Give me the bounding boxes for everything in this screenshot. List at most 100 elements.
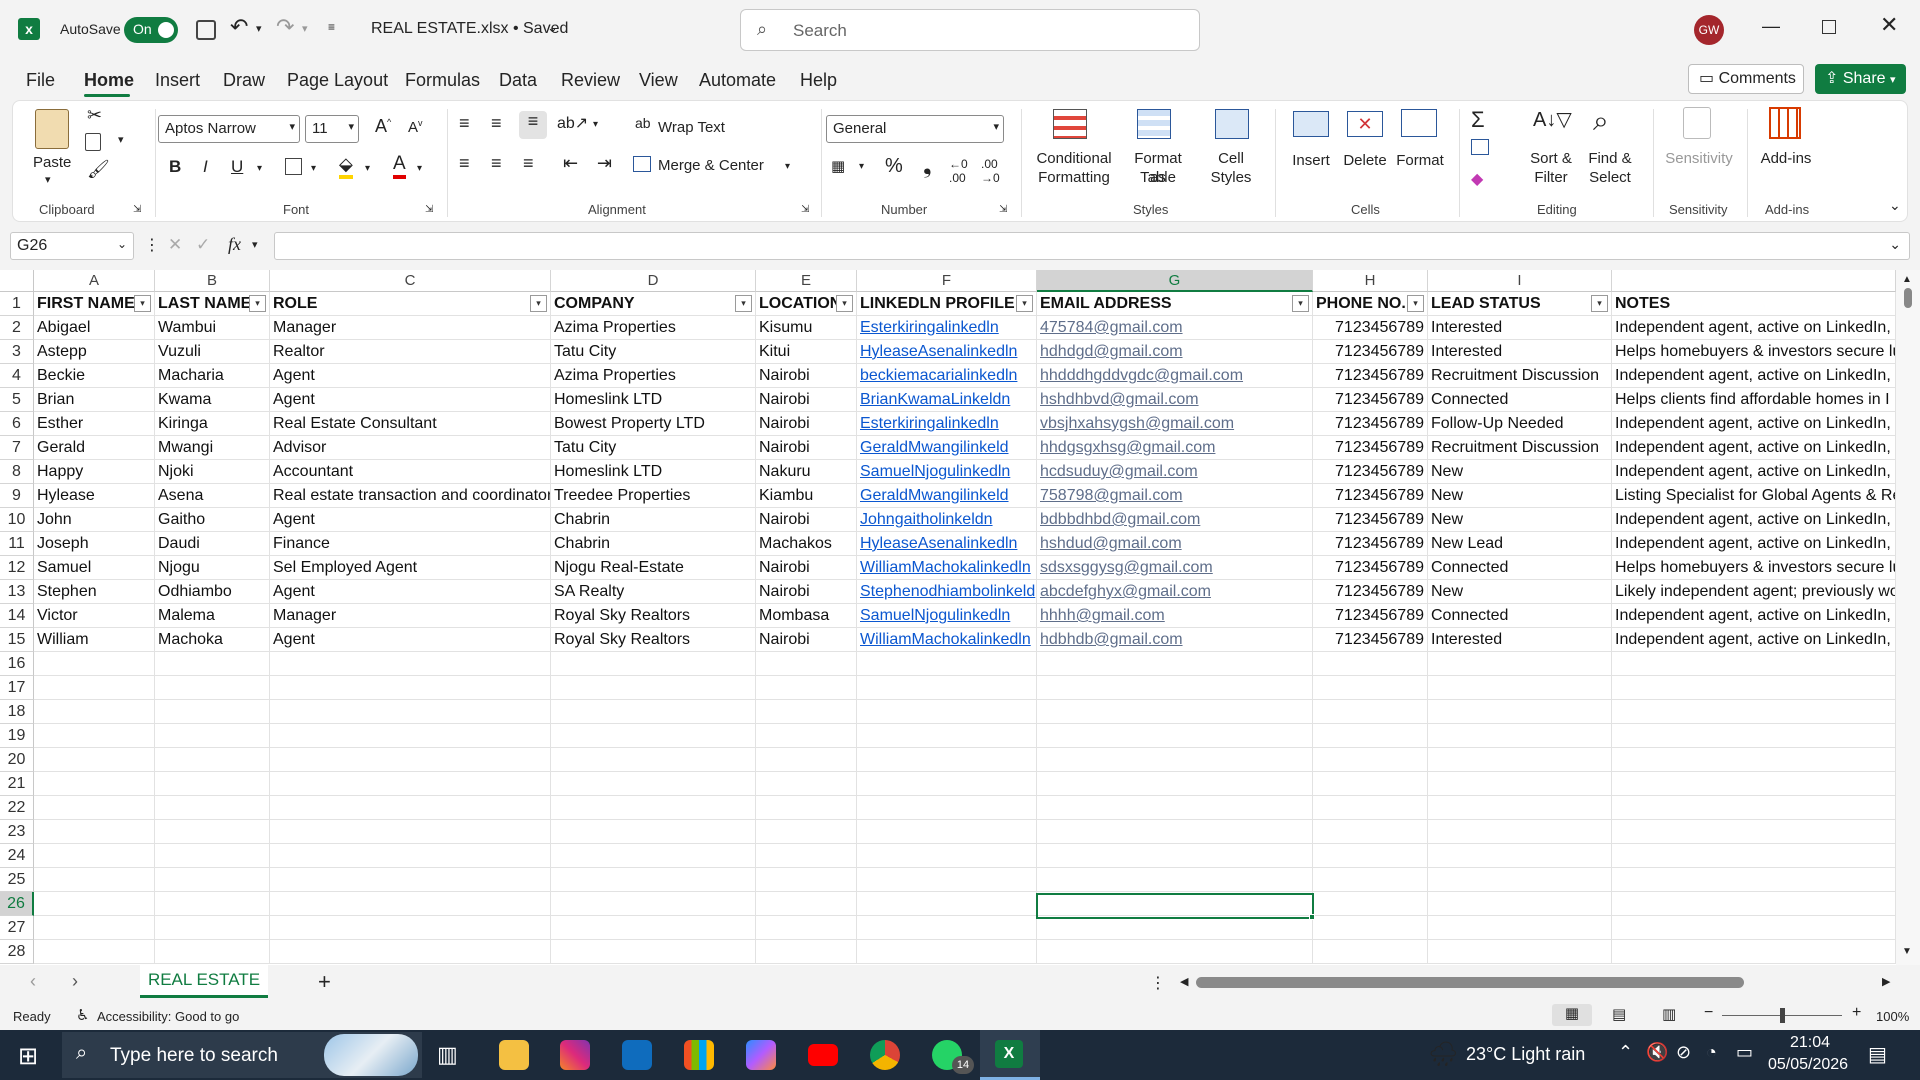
- cell-company[interactable]: Bowest Property LTD: [551, 412, 756, 436]
- file-explorer-icon[interactable]: [499, 1040, 529, 1070]
- cell-role[interactable]: Agent: [270, 364, 551, 388]
- cell-email-address[interactable]: hdbhdb@gmail.com: [1037, 628, 1313, 652]
- undo-dropdown-icon[interactable]: ▾: [256, 22, 262, 35]
- cell-company[interactable]: Tatu City: [551, 340, 756, 364]
- cell-phone-no[interactable]: 7123456789: [1313, 436, 1428, 460]
- cell-linkedin-profile[interactable]: Stephenodhiambolinkeld: [857, 580, 1037, 604]
- cancel-entry-icon[interactable]: ✕: [168, 235, 182, 255]
- font-size-select[interactable]: 11 ▾: [305, 115, 359, 143]
- cell-company[interactable]: [551, 796, 756, 820]
- cell-notes[interactable]: [1612, 820, 1896, 844]
- sheet-options-icon[interactable]: ⋮: [1150, 973, 1166, 993]
- cell-location[interactable]: [756, 796, 857, 820]
- cell-role[interactable]: Manager: [270, 604, 551, 628]
- accessibility-status[interactable]: Accessibility: Good to go: [97, 1009, 239, 1024]
- merge-dropdown-icon[interactable]: ▾: [785, 161, 790, 172]
- cell-email-address[interactable]: [1037, 796, 1313, 820]
- select-all-corner[interactable]: [0, 270, 34, 292]
- row-header-17[interactable]: 17: [0, 676, 34, 700]
- insert-function-icon[interactable]: fx: [228, 234, 241, 255]
- menu-draw[interactable]: Draw: [223, 70, 265, 91]
- cell-phone-no[interactable]: 7123456789: [1313, 628, 1428, 652]
- cell-location[interactable]: [756, 676, 857, 700]
- row-header-28[interactable]: 28: [0, 940, 34, 964]
- column-header-J[interactable]: [1612, 270, 1896, 292]
- cell-first-name[interactable]: [34, 868, 155, 892]
- collapse-ribbon-icon[interactable]: ⌄: [1889, 197, 1901, 214]
- weather-text[interactable]: 23°C Light rain: [1466, 1044, 1585, 1065]
- font-color-dropdown-icon[interactable]: ▾: [417, 163, 422, 174]
- cell-email-address[interactable]: 758798@gmail.com: [1037, 484, 1313, 508]
- cell-first-name[interactable]: William: [34, 628, 155, 652]
- column-header-I[interactable]: I: [1428, 270, 1612, 292]
- cell-linkedin-profile[interactable]: [857, 892, 1037, 916]
- meet-now-icon[interactable]: 🔇: [1646, 1042, 1668, 1063]
- row-header-9[interactable]: 9: [0, 484, 34, 508]
- page-layout-view-icon[interactable]: ▤: [1612, 1005, 1626, 1023]
- add-sheet-icon[interactable]: +: [318, 969, 331, 995]
- cell-role[interactable]: Agent: [270, 628, 551, 652]
- underline-icon[interactable]: U: [231, 157, 243, 177]
- cell-location[interactable]: Nairobi: [756, 580, 857, 604]
- cell-lead-status[interactable]: New: [1428, 460, 1612, 484]
- row-header-12[interactable]: 12: [0, 556, 34, 580]
- cell-last-name[interactable]: Kwama: [155, 388, 270, 412]
- prev-sheet-icon[interactable]: ‹: [30, 971, 36, 992]
- cell-linkedin-profile[interactable]: [857, 940, 1037, 964]
- cell-email-address[interactable]: hhhh@gmail.com: [1037, 604, 1313, 628]
- column-header-D[interactable]: D: [551, 270, 756, 292]
- cell-first-name[interactable]: [34, 796, 155, 820]
- cell-role[interactable]: [270, 796, 551, 820]
- cell-email-address[interactable]: hcdsuduy@gmail.com: [1037, 460, 1313, 484]
- cell-notes[interactable]: [1612, 724, 1896, 748]
- cell-linkedin-profile[interactable]: SamuelNjogulinkedln: [857, 460, 1037, 484]
- zoom-out-icon[interactable]: −: [1704, 1004, 1713, 1022]
- cell-role[interactable]: [270, 676, 551, 700]
- cell-last-name[interactable]: Malema: [155, 604, 270, 628]
- header-cell-linkedin-profile[interactable]: LINKEDLN PROFILE ▾: [857, 292, 1037, 316]
- instagram-icon[interactable]: [560, 1040, 590, 1070]
- sheet-tab-real-estate[interactable]: REAL ESTATE: [140, 965, 268, 998]
- cell-role[interactable]: [270, 724, 551, 748]
- cell-first-name[interactable]: [34, 772, 155, 796]
- cell-notes[interactable]: Helps homebuyers & investors secure lu: [1612, 556, 1896, 580]
- cell-lead-status[interactable]: [1428, 916, 1612, 940]
- cell-email-address[interactable]: hhdgsgxhsg@gmail.com: [1037, 436, 1313, 460]
- conditional-formatting-label-1[interactable]: Conditional: [1033, 149, 1115, 168]
- alignment-launcher-icon[interactable]: ⇲: [801, 204, 809, 215]
- show-hidden-icons-icon[interactable]: ⌃: [1618, 1042, 1633, 1063]
- cell-notes[interactable]: Likely independent agent; previously wor…: [1612, 580, 1896, 604]
- wifi-icon[interactable]: ◔: [1706, 1042, 1717, 1063]
- align-right-icon[interactable]: ≡: [523, 153, 534, 174]
- cell-email-address[interactable]: 475784@gmail.com: [1037, 316, 1313, 340]
- cell-company[interactable]: Royal Sky Realtors: [551, 628, 756, 652]
- align-bottom-icon[interactable]: ≡: [519, 111, 547, 139]
- cell-role[interactable]: [270, 892, 551, 916]
- save-icon[interactable]: [196, 20, 216, 40]
- clipboard-launcher-icon[interactable]: ⇲: [133, 204, 141, 215]
- cell-last-name[interactable]: Gaitho: [155, 508, 270, 532]
- fill-handle[interactable]: [1309, 914, 1315, 920]
- delete-cells-icon[interactable]: ✕: [1347, 111, 1383, 137]
- number-launcher-icon[interactable]: ⇲: [999, 204, 1007, 215]
- more-options-icon[interactable]: ⋮: [144, 235, 160, 255]
- underline-dropdown-icon[interactable]: ▾: [257, 163, 262, 174]
- cell-linkedin-profile[interactable]: WilliamMachokalinkedln: [857, 628, 1037, 652]
- cell-first-name[interactable]: [34, 676, 155, 700]
- cell-phone-no[interactable]: [1313, 652, 1428, 676]
- cell-company[interactable]: [551, 916, 756, 940]
- cell-lead-status[interactable]: New Lead: [1428, 532, 1612, 556]
- column-header-F[interactable]: F: [857, 270, 1037, 292]
- cell-lead-status[interactable]: [1428, 844, 1612, 868]
- cell-role[interactable]: Sel Employed Agent: [270, 556, 551, 580]
- cell-notes[interactable]: [1612, 940, 1896, 964]
- row-header-8[interactable]: 8: [0, 460, 34, 484]
- row-header-11[interactable]: 11: [0, 532, 34, 556]
- cell-styles-icon[interactable]: [1215, 109, 1249, 139]
- cell-lead-status[interactable]: [1428, 724, 1612, 748]
- cell-phone-no[interactable]: [1313, 868, 1428, 892]
- cell-notes[interactable]: Helps clients find affordable homes in I: [1612, 388, 1896, 412]
- cell-lead-status[interactable]: Interested: [1428, 316, 1612, 340]
- insert-cells-label[interactable]: Insert: [1285, 151, 1337, 170]
- addins-label[interactable]: Add-ins: [1757, 149, 1815, 168]
